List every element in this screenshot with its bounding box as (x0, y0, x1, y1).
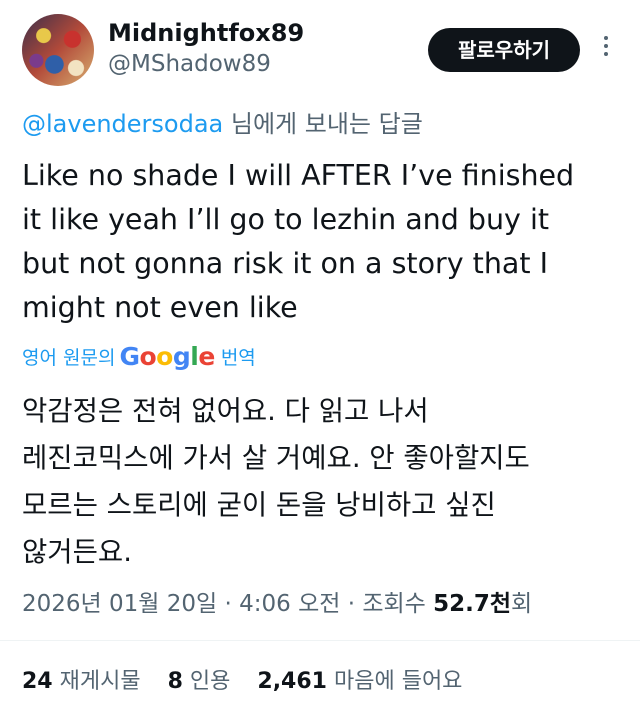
engagement-stats: 24 재게시물 8 인용 2,461 마음에 들어요 (22, 664, 482, 700)
translated-line: 레진코믹스에 가서 살 거예요. 안 좋아할지도 (22, 442, 530, 474)
translated-text: 악감정은 전혀 없어요. 다 읽고 나서 레진코믹스에 가서 살 거예요. 안 … (22, 388, 622, 576)
tweet-time[interactable]: 4:06 오전 (239, 591, 340, 617)
tweet-meta: 2026년 01월 20일 · 4:06 오전 · 조회수 52.7천회 (22, 591, 533, 617)
tweet-date[interactable]: 2026년 01월 20일 (22, 591, 217, 617)
google-logo-icon: Google (119, 341, 215, 371)
reply-suffix: 님에게 보내는 답글 (223, 110, 423, 138)
follow-button[interactable]: 팔로우하기 (428, 28, 580, 72)
translated-line: 모르는 스토리에 굳이 돈을 낭비하고 싶진 (22, 489, 496, 521)
translated-line: 악감정은 전혀 없어요. 다 읽고 나서 (22, 395, 429, 427)
quotes-label: 인용 (189, 669, 231, 694)
tweet-line: but not gonna risk it on a story that I (22, 247, 549, 280)
tweet-header: Midnightfox89 @MShadow89 팔로우하기 (22, 14, 622, 90)
reposts-count: 24 (22, 669, 53, 694)
tweet-line: Like no shade I will AFTER I’ve finished (22, 159, 575, 192)
tweet-line: it like yeah I’ll go to lezhin and buy i… (22, 203, 550, 236)
tweet-line: might not even like (22, 291, 298, 324)
more-options-icon[interactable] (602, 32, 610, 68)
views-label: 조회수 (362, 591, 426, 617)
author-info[interactable]: Midnightfox89 @MShadow89 (108, 18, 304, 80)
divider (0, 640, 640, 641)
reply-mention-link[interactable]: @lavendersodaa (22, 110, 223, 138)
translation-attribution[interactable]: 영어 원문의 Google 번역 (22, 340, 256, 372)
reposts-stat[interactable]: 24 재게시물 (22, 669, 161, 694)
translated-line: 않거든요. (22, 536, 132, 568)
reply-to-line: @lavendersodaa 님에게 보내는 답글 (22, 108, 423, 140)
avatar[interactable] (22, 14, 94, 86)
likes-count: 2,461 (257, 669, 327, 694)
translation-suffix: 번역 (220, 346, 256, 369)
handle[interactable]: @MShadow89 (108, 48, 304, 80)
display-name[interactable]: Midnightfox89 (108, 18, 304, 48)
quotes-stat[interactable]: 8 인용 (168, 669, 251, 694)
likes-label: 마음에 들어요 (333, 669, 463, 694)
tweet-text: Like no shade I will AFTER I’ve finished… (22, 154, 622, 330)
views-count: 52.7천 (433, 591, 512, 617)
views-unit: 회 (511, 591, 533, 617)
translation-prefix: 영어 원문의 (22, 346, 116, 369)
likes-stat[interactable]: 2,461 마음에 들어요 (257, 669, 482, 694)
quotes-count: 8 (167, 669, 183, 694)
reposts-label: 재게시물 (59, 669, 141, 694)
